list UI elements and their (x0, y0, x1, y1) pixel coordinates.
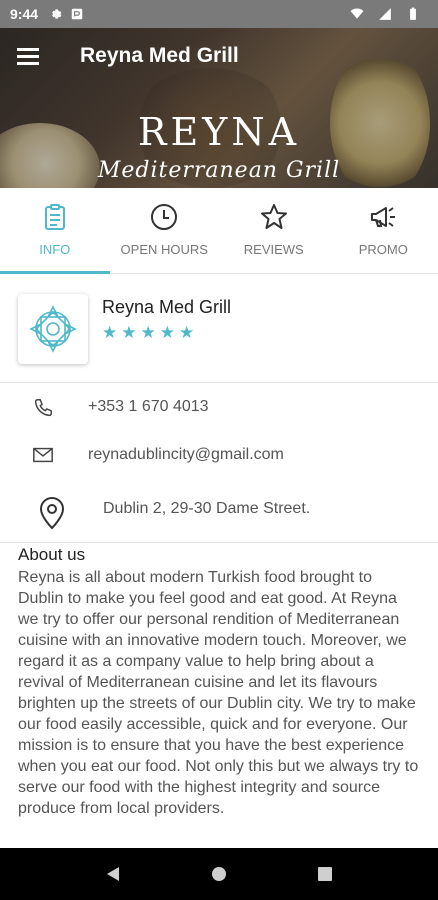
restaurant-profile: Reyna Med Grill ★ ★ ★ ★ ★ (0, 275, 438, 383)
star-filled-icon: ★ (121, 323, 137, 342)
home-icon (212, 867, 226, 881)
email-address[interactable]: reynadublincity@gmail.com (88, 446, 284, 464)
recents-button[interactable] (305, 854, 345, 894)
tab-label: REVIEWS (243, 242, 304, 257)
star-filled-icon: ★ (159, 323, 175, 342)
address-text[interactable]: Dublin 2, 29-30 Dame Street. (103, 500, 310, 518)
home-button[interactable] (199, 854, 239, 894)
tab-label: OPEN HOURS (120, 242, 208, 257)
email-row[interactable]: reynadublincity@gmail.com (0, 432, 438, 480)
app-toolbar: Reyna Med Grill (0, 28, 438, 84)
back-icon (107, 867, 119, 881)
card-icon (71, 8, 83, 20)
page-title: Reyna Med Grill (80, 44, 239, 67)
phone-icon (34, 399, 52, 417)
rating-stars: ★ ★ ★ ★ ★ (102, 323, 194, 343)
phone-number[interactable]: +353 1 670 4013 (88, 398, 209, 416)
mandala-logo-icon (29, 305, 77, 353)
tab-label: INFO (39, 242, 71, 257)
hero-logo: REYNA (137, 110, 301, 154)
about-body: Reyna is all about modern Turkish food b… (18, 569, 419, 817)
restaurant-name: Reyna Med Grill (102, 297, 232, 317)
gear-icon (52, 9, 62, 19)
clock-icon (151, 204, 178, 230)
status-bar: 9:44 (0, 0, 438, 28)
tab-info[interactable]: INFO (0, 188, 110, 274)
status-time: 9:44 (10, 6, 39, 22)
tab-open-hours[interactable]: OPEN HOURS (110, 188, 220, 273)
battery-icon (410, 7, 416, 20)
hero-logo-subtitle: Mediterranean Grill (97, 158, 341, 183)
star-outline-icon (260, 204, 287, 229)
wifi-icon (350, 8, 364, 19)
system-nav-bar (0, 848, 438, 900)
tab-label: PROMO (358, 242, 408, 257)
star-filled-icon: ★ (140, 323, 156, 342)
recents-icon (318, 867, 332, 881)
restaurant-logo (18, 294, 88, 364)
address-row[interactable]: Dublin 2, 29-30 Dame Street. (0, 484, 438, 540)
back-button[interactable] (93, 854, 133, 894)
tab-bar: INFO OPEN HOURS REVIEWS PROMO (0, 188, 438, 274)
clipboard-icon (44, 204, 65, 230)
mail-icon (33, 447, 53, 463)
about-heading: About us (18, 545, 86, 564)
menu-icon[interactable] (0, 28, 56, 84)
megaphone-icon (371, 207, 396, 227)
star-filled-icon: ★ (102, 323, 118, 342)
tab-promo[interactable]: PROMO (329, 188, 438, 273)
star-filled-icon: ★ (179, 323, 195, 342)
divider (0, 542, 438, 543)
tab-reviews[interactable]: REVIEWS (219, 188, 329, 273)
location-pin-icon (39, 496, 65, 530)
signal-icon (379, 8, 391, 20)
phone-row[interactable]: +353 1 670 4013 (0, 384, 438, 432)
about-section: About us Reyna is all about modern Turki… (18, 545, 420, 819)
